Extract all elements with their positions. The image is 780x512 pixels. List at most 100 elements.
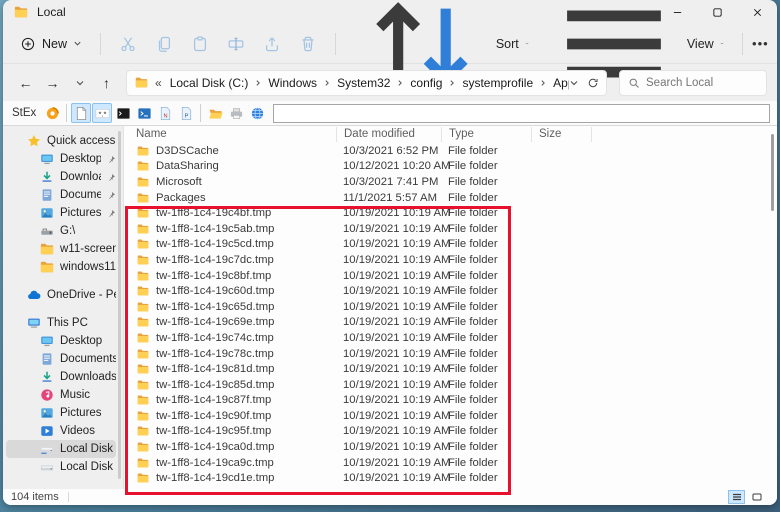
sidebar-item[interactable]: Local Disk (D:) bbox=[6, 458, 116, 476]
stex-filter-input[interactable] bbox=[273, 104, 770, 123]
sidebar-item[interactable]: Documents bbox=[6, 186, 116, 204]
refresh-button[interactable] bbox=[587, 77, 599, 89]
file-name: tw-1ff8-1c4-19c69e.tmp bbox=[156, 316, 274, 328]
search-box[interactable] bbox=[619, 70, 767, 96]
address-dropdown-button[interactable] bbox=[569, 77, 579, 89]
sidebar-item[interactable]: windows11-scre bbox=[6, 258, 116, 276]
large-icons-view-button[interactable] bbox=[748, 490, 765, 504]
file-row[interactable]: tw-1ff8-1c4-19c95f.tmp 10/19/2021 10:19 … bbox=[124, 424, 777, 440]
sidebar-item[interactable]: Pictures bbox=[6, 204, 116, 222]
new-button[interactable]: New bbox=[11, 31, 91, 57]
sidebar-item[interactable]: This PC bbox=[6, 314, 116, 332]
stex-button[interactable]: P bbox=[176, 103, 196, 123]
file-row[interactable]: tw-1ff8-1c4-19c85d.tmp 10/19/2021 10:19 … bbox=[124, 377, 777, 393]
file-name: tw-1ff8-1c4-19c5cd.tmp bbox=[156, 238, 274, 250]
navigation-pane: Quick access Desktop Downloads bbox=[3, 126, 124, 489]
file-row[interactable]: tw-1ff8-1c4-19c90f.tmp 10/19/2021 10:19 … bbox=[124, 408, 777, 424]
file-row[interactable]: tw-1ff8-1c4-19c7dc.tmp 10/19/2021 10:19 … bbox=[124, 252, 777, 268]
sidebar-item[interactable]: Music bbox=[6, 386, 116, 404]
search-input[interactable] bbox=[646, 77, 758, 89]
sidebar-item[interactable]: Desktop bbox=[6, 150, 116, 168]
stex-button[interactable] bbox=[113, 103, 133, 123]
file-row[interactable]: Microsoft 10/3/2021 7:41 PM File folder bbox=[124, 174, 777, 190]
breadcrumb-item[interactable]: AppData bbox=[550, 74, 569, 92]
stex-button[interactable] bbox=[205, 103, 225, 123]
sidebar-item[interactable]: Downloads bbox=[6, 168, 116, 186]
address-bar[interactable]: « Local Disk (C:) Windows System32 bbox=[126, 70, 607, 96]
file-action-button[interactable] bbox=[182, 29, 218, 59]
file-row[interactable]: tw-1ff8-1c4-19c74c.tmp 10/19/2021 10:19 … bbox=[124, 330, 777, 346]
file-row[interactable]: tw-1ff8-1c4-19c87f.tmp 10/19/2021 10:19 … bbox=[124, 393, 777, 409]
file-action-button[interactable] bbox=[110, 29, 146, 59]
stex-button[interactable]: *.* bbox=[92, 103, 112, 123]
file-list-scrollbar[interactable] bbox=[771, 134, 774, 211]
sidebar-item[interactable]: Downloads bbox=[6, 368, 116, 386]
file-row[interactable]: tw-1ff8-1c4-19c4bf.tmp 10/19/2021 10:19 … bbox=[124, 205, 777, 221]
folder-icon bbox=[136, 348, 150, 360]
up-button[interactable]: ↑ bbox=[94, 70, 119, 96]
sidebar-item[interactable]: w11-screenshot bbox=[6, 240, 116, 258]
breadcrumb-item[interactable]: Local Disk (C:) bbox=[167, 74, 252, 92]
breadcrumb-item[interactable]: config bbox=[407, 74, 445, 92]
folder-icon bbox=[136, 238, 150, 250]
file-row[interactable]: tw-1ff8-1c4-19c65d.tmp 10/19/2021 10:19 … bbox=[124, 299, 777, 315]
sidebar-item[interactable]: Documents bbox=[6, 350, 116, 368]
file-action-button[interactable] bbox=[218, 29, 254, 59]
file-action-button[interactable] bbox=[254, 29, 290, 59]
more-options-button[interactable]: ••• bbox=[752, 29, 769, 59]
stex-button[interactable]: N bbox=[155, 103, 175, 123]
file-row[interactable]: DataSharing 10/12/2021 10:20 AM File fol… bbox=[124, 159, 777, 175]
stex-button[interactable] bbox=[247, 103, 267, 123]
file-type: File folder bbox=[441, 160, 531, 172]
file-row[interactable]: Packages 11/1/2021 5:57 AM File folder bbox=[124, 190, 777, 206]
column-header-type[interactable]: Type bbox=[441, 127, 531, 142]
file-row[interactable]: tw-1ff8-1c4-19ca0d.tmp 10/19/2021 10:19 … bbox=[124, 439, 777, 455]
file-action-button[interactable] bbox=[146, 29, 182, 59]
file-row[interactable]: tw-1ff8-1c4-19c60d.tmp 10/19/2021 10:19 … bbox=[124, 283, 777, 299]
recent-locations-button[interactable] bbox=[67, 70, 92, 96]
breadcrumb-item[interactable]: Windows bbox=[265, 74, 320, 92]
sidebar-item[interactable]: G:\ bbox=[6, 222, 116, 240]
file-type: File folder bbox=[441, 363, 531, 375]
file-row[interactable]: tw-1ff8-1c4-19c78c.tmp 10/19/2021 10:19 … bbox=[124, 346, 777, 362]
file-row[interactable]: D3DSCache 10/3/2021 6:52 PM File folder bbox=[124, 143, 777, 159]
file-row[interactable]: tw-1ff8-1c4-19ca9c.tmp 10/19/2021 10:19 … bbox=[124, 455, 777, 471]
file-row[interactable]: tw-1ff8-1c4-19cd1e.tmp 10/19/2021 10:19 … bbox=[124, 470, 777, 486]
file-list-area: Name Date modified Type Size D3DSCache 1… bbox=[124, 126, 777, 489]
file-date-modified: 10/19/2021 10:19 AM bbox=[336, 254, 441, 266]
file-row[interactable]: tw-1ff8-1c4-19c81d.tmp 10/19/2021 10:19 … bbox=[124, 361, 777, 377]
stex-button[interactable] bbox=[42, 103, 62, 123]
column-header-name[interactable]: Name bbox=[136, 127, 336, 142]
sidebar-item[interactable]: Local Disk (C:) bbox=[6, 440, 116, 458]
breadcrumb-item[interactable]: System32 bbox=[334, 74, 393, 92]
breadcrumb-overflow-icon[interactable]: « bbox=[155, 76, 162, 90]
sidebar-item[interactable]: Pictures bbox=[6, 404, 116, 422]
window-control-button[interactable] bbox=[737, 0, 777, 24]
file-action-button[interactable] bbox=[290, 29, 326, 59]
sidebar-item[interactable]: Videos bbox=[6, 422, 116, 440]
sidebar-scrollbar[interactable] bbox=[118, 131, 121, 479]
breadcrumb-item[interactable]: systemprofile bbox=[459, 74, 536, 92]
stex-button[interactable] bbox=[134, 103, 154, 123]
file-date-modified: 10/19/2021 10:19 AM bbox=[336, 238, 441, 250]
sidebar-item[interactable]: Network bbox=[6, 486, 116, 489]
sidebar-item-label: windows11-scre bbox=[60, 261, 116, 273]
file-row[interactable]: tw-1ff8-1c4-19c69e.tmp 10/19/2021 10:19 … bbox=[124, 315, 777, 331]
file-row[interactable]: tw-1ff8-1c4-19c8bf.tmp 10/19/2021 10:19 … bbox=[124, 268, 777, 284]
sidebar-item[interactable]: Quick access bbox=[6, 132, 116, 150]
details-view-button[interactable] bbox=[728, 490, 745, 504]
back-button[interactable]: ← bbox=[13, 70, 38, 96]
stex-button[interactable] bbox=[71, 103, 91, 123]
sidebar-item[interactable]: OneDrive - Person bbox=[6, 286, 116, 304]
file-row[interactable]: tw-1ff8-1c4-19c5ab.tmp 10/19/2021 10:19 … bbox=[124, 221, 777, 237]
sidebar-item[interactable]: Desktop bbox=[6, 332, 116, 350]
computer-icon bbox=[27, 316, 41, 330]
file-row[interactable]: tw-1ff8-1c4-19c5cd.tmp 10/19/2021 10:19 … bbox=[124, 237, 777, 253]
stex-button[interactable] bbox=[226, 103, 246, 123]
breadcrumb: Local Disk (C:) Windows System32 bbox=[167, 74, 569, 92]
sidebar-item-label: w11-screenshot bbox=[60, 243, 116, 255]
forward-button[interactable]: → bbox=[40, 70, 65, 96]
file-date-modified: 10/19/2021 10:19 AM bbox=[336, 410, 441, 422]
column-header-size[interactable]: Size bbox=[531, 127, 591, 142]
column-header-date[interactable]: Date modified bbox=[336, 127, 441, 142]
